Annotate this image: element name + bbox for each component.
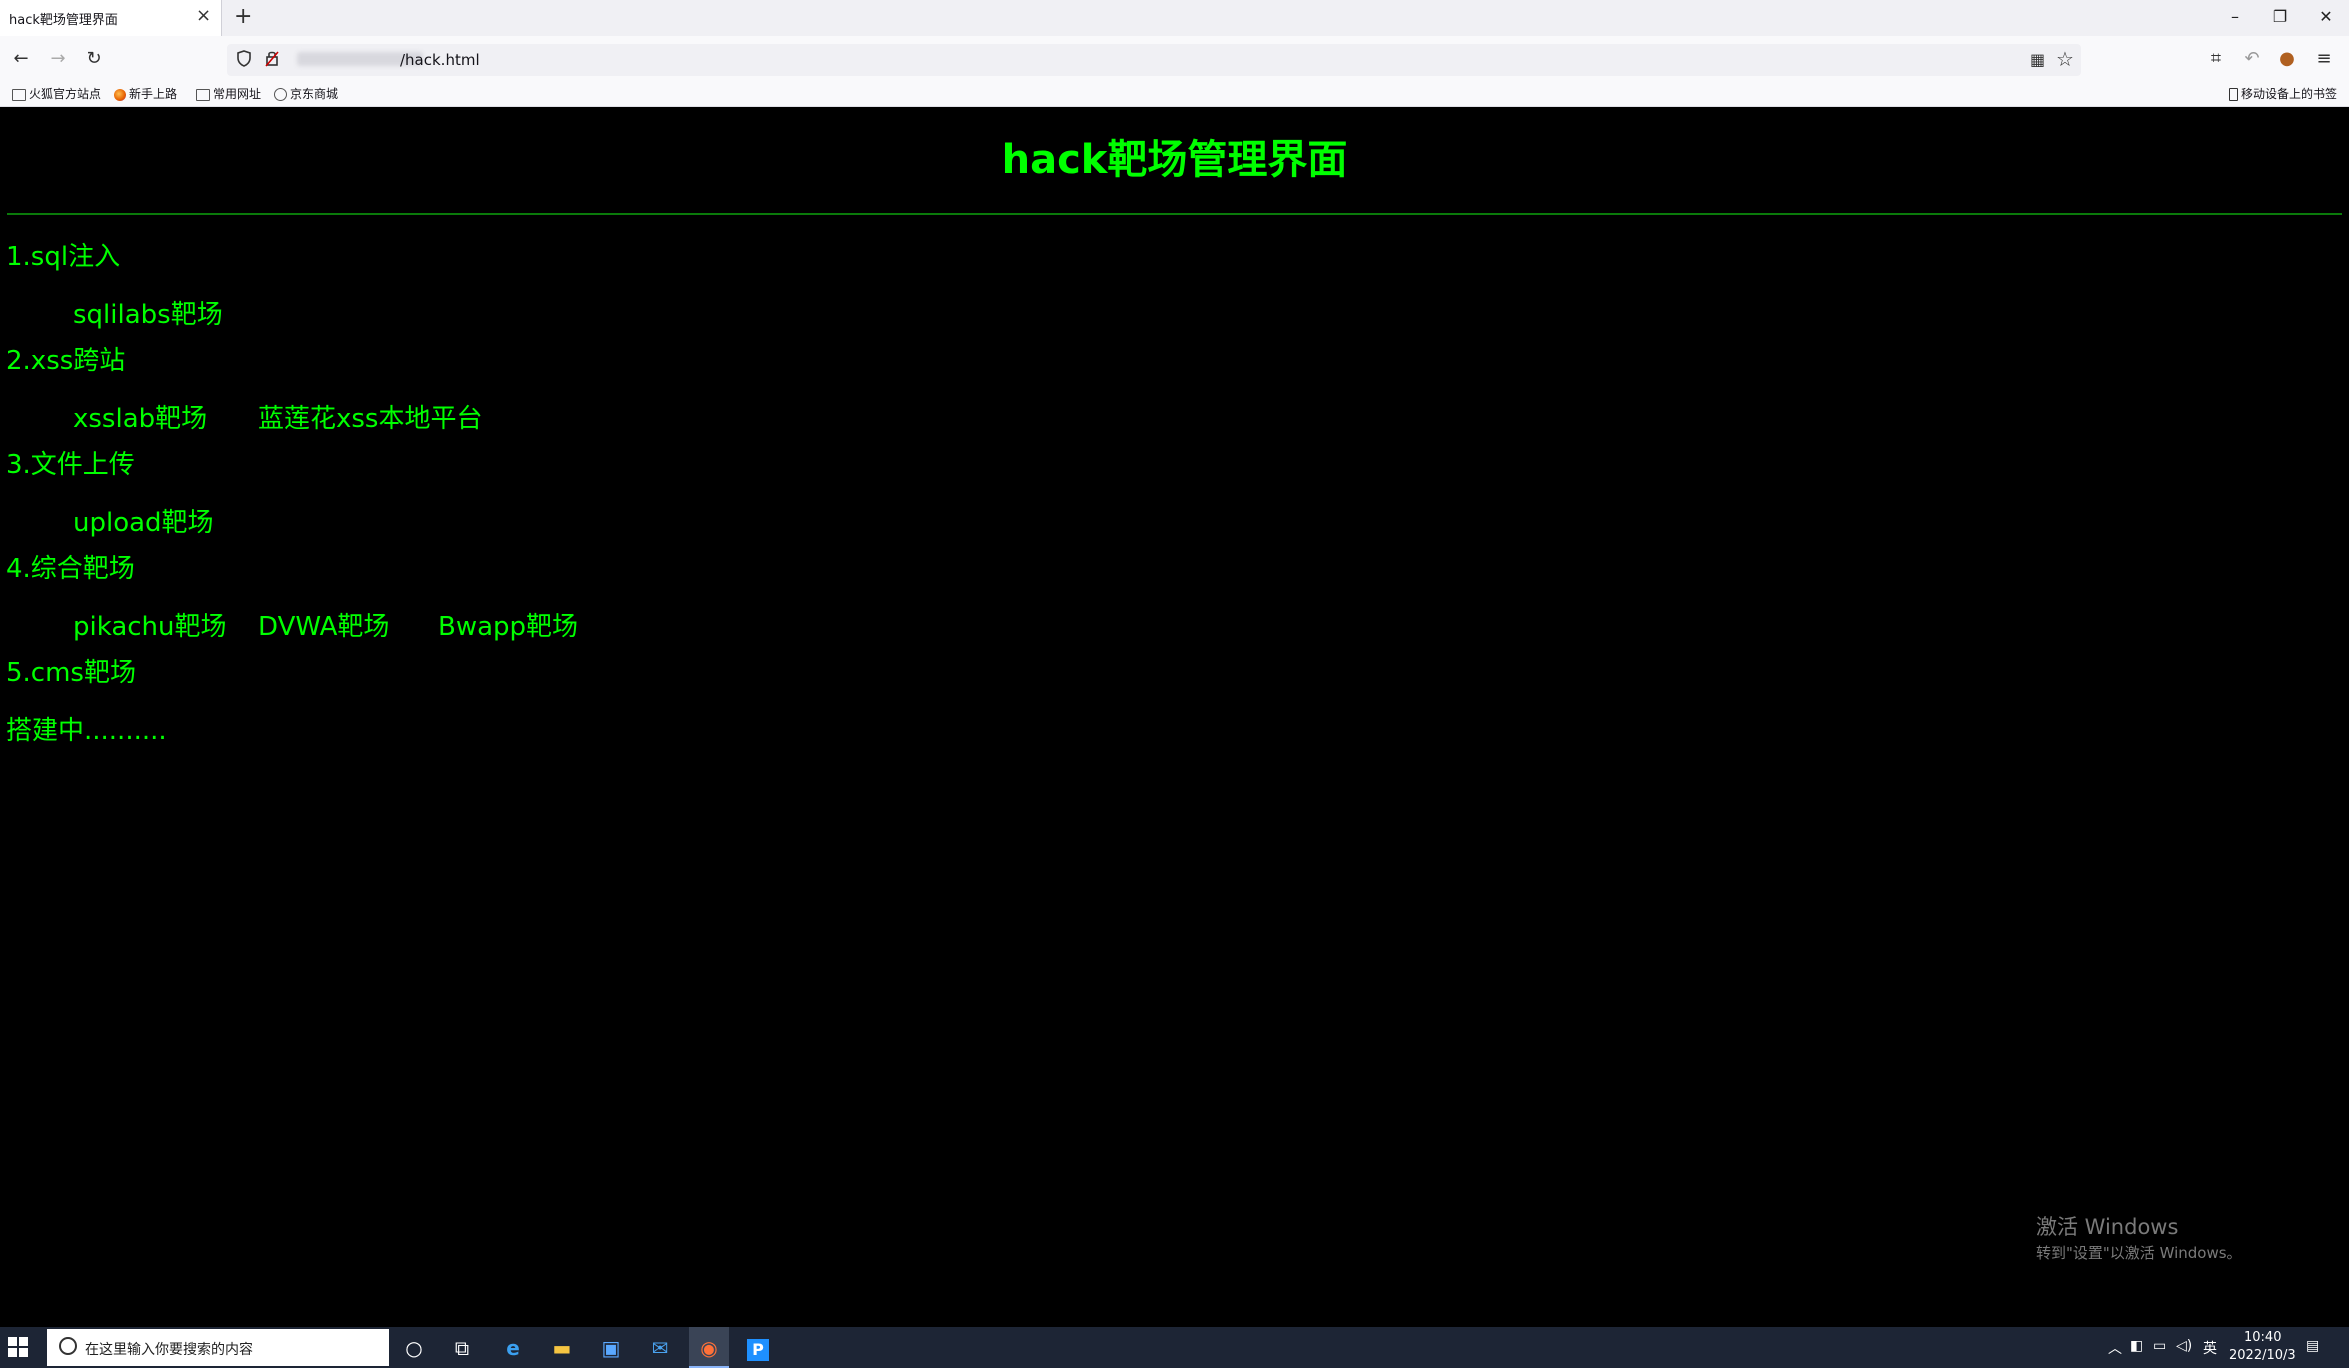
network-icon[interactable]: ▭ bbox=[2153, 1338, 2166, 1354]
forward-arrow-icon[interactable]: → bbox=[45, 47, 71, 71]
new-tab-icon[interactable]: + bbox=[234, 5, 252, 29]
cookie-icon[interactable]: ● bbox=[2273, 47, 2301, 71]
cortana-icon[interactable]: ○ bbox=[398, 1332, 430, 1364]
link-bluelotus-xss[interactable]: 蓝莲花xss本地平台 bbox=[258, 402, 482, 436]
page-content: hack靶场管理界面 1.sql注入 sqlilabs靶场 2.xss跨站 xs… bbox=[0, 107, 2349, 1327]
windows-start-icon[interactable] bbox=[8, 1337, 30, 1359]
folder-icon bbox=[12, 88, 26, 101]
tray-expand-icon[interactable]: ︿ bbox=[2108, 1338, 2122, 1358]
link-sqlilabs[interactable]: sqlilabs靶场 bbox=[73, 298, 223, 332]
mobile-bookmarks[interactable]: 移动设备上的书签 bbox=[2228, 85, 2337, 103]
globe-icon bbox=[274, 88, 287, 101]
link-upload[interactable]: upload靶场 bbox=[73, 506, 214, 540]
back-arrow-icon[interactable]: ← bbox=[8, 47, 34, 71]
link-pikachu[interactable]: pikachu靶场 bbox=[73, 610, 227, 644]
restore-icon[interactable]: ❐ bbox=[2264, 6, 2296, 28]
reload-icon[interactable]: ↻ bbox=[81, 47, 107, 71]
tab-bar: hack靶场管理界面 × + – ❐ ✕ bbox=[0, 0, 2349, 36]
link-xsslab[interactable]: xsslab靶场 bbox=[73, 402, 207, 436]
tab-title: hack靶场管理界面 bbox=[9, 13, 118, 28]
clock-date[interactable]: 2022/10/3 bbox=[2229, 1348, 2296, 1363]
clock-time[interactable]: 10:40 bbox=[2244, 1330, 2281, 1345]
task-view-icon[interactable]: ⧉ bbox=[446, 1332, 478, 1364]
search-placeholder: 在这里输入你要搜索的内容 bbox=[85, 1342, 253, 1358]
qr-code-icon[interactable]: ▦ bbox=[2030, 50, 2045, 69]
taskbar-search-box[interactable]: 在这里输入你要搜索的内容 bbox=[47, 1329, 389, 1366]
crop-screenshot-icon[interactable]: ⌗ bbox=[2202, 47, 2230, 71]
close-window-icon[interactable]: ✕ bbox=[2310, 6, 2342, 28]
store-icon[interactable]: ▣ bbox=[595, 1332, 627, 1364]
shield-icon[interactable] bbox=[237, 50, 251, 67]
insecure-lock-icon[interactable] bbox=[265, 50, 279, 67]
security-icon[interactable]: ◧ bbox=[2130, 1338, 2143, 1354]
link-bwapp[interactable]: Bwapp靶场 bbox=[438, 610, 578, 644]
edge-icon[interactable]: e bbox=[497, 1332, 529, 1364]
minimize-icon[interactable]: – bbox=[2219, 6, 2251, 28]
section-title-comprehensive: 4.综合靶场 bbox=[6, 554, 135, 584]
bookmarks-bar: 火狐官方站点 新手上路 常用网址 京东商城 移动设备上的书签 bbox=[0, 82, 2349, 107]
bookmark-item[interactable]: 京东商城 bbox=[274, 85, 338, 103]
activation-watermark-subtitle: 转到"设置"以激活 Windows。 bbox=[2036, 1244, 2242, 1262]
page-title: hack靶场管理界面 bbox=[1001, 137, 1348, 183]
bookmark-item[interactable]: 常用网址 bbox=[196, 85, 261, 103]
section-title-cms: 5.cms靶场 bbox=[6, 658, 136, 688]
section-title-upload: 3.文件上传 bbox=[6, 450, 135, 480]
file-explorer-icon[interactable]: ▬ bbox=[546, 1332, 578, 1364]
taskbar: 在这里输入你要搜索的内容 ○ ⧉ e ▬ ▣ ✉ ◉ P ︿ ◧ ▭ ◁) 英 … bbox=[0, 1327, 2349, 1368]
notification-icon[interactable]: ▤ bbox=[2306, 1338, 2319, 1354]
bookmark-item[interactable]: 新手上路 bbox=[114, 85, 177, 103]
section-title-sql: 1.sql注入 bbox=[6, 242, 121, 272]
phone-icon bbox=[2228, 88, 2238, 101]
firefox-icon bbox=[114, 88, 126, 101]
tab-close-icon[interactable]: × bbox=[196, 6, 211, 26]
menu-icon[interactable]: ≡ bbox=[2310, 47, 2338, 71]
section-title-xss: 2.xss跨站 bbox=[6, 346, 126, 376]
pycharm-icon[interactable]: P bbox=[742, 1332, 774, 1364]
input-language[interactable]: 英 bbox=[2203, 1338, 2217, 1358]
link-dvwa[interactable]: DVWA靶场 bbox=[258, 610, 389, 644]
activation-watermark-title: 激活 Windows bbox=[2036, 1215, 2179, 1239]
volume-icon[interactable]: ◁) bbox=[2176, 1338, 2192, 1354]
address-bar[interactable]: /hack.html ▦ ☆ bbox=[227, 44, 2081, 76]
mail-icon[interactable]: ✉ bbox=[644, 1332, 676, 1364]
undo-icon[interactable]: ↶ bbox=[2238, 47, 2266, 71]
navigation-bar: ← → ↻ /hack.html ▦ ☆ ⌗ ↶ ● ≡ bbox=[0, 36, 2349, 82]
under-construction-text: 搭建中.......... bbox=[6, 716, 167, 746]
browser-tab[interactable]: hack靶场管理界面 × bbox=[0, 0, 222, 36]
bookmark-item[interactable]: 火狐官方站点 bbox=[12, 85, 101, 103]
firefox-icon[interactable]: ◉ bbox=[693, 1332, 725, 1364]
search-icon bbox=[59, 1337, 77, 1355]
bookmark-star-icon[interactable]: ☆ bbox=[2056, 47, 2074, 71]
folder-icon bbox=[196, 88, 210, 101]
url-text[interactable]: /hack.html bbox=[400, 51, 480, 69]
divider bbox=[7, 213, 2342, 215]
